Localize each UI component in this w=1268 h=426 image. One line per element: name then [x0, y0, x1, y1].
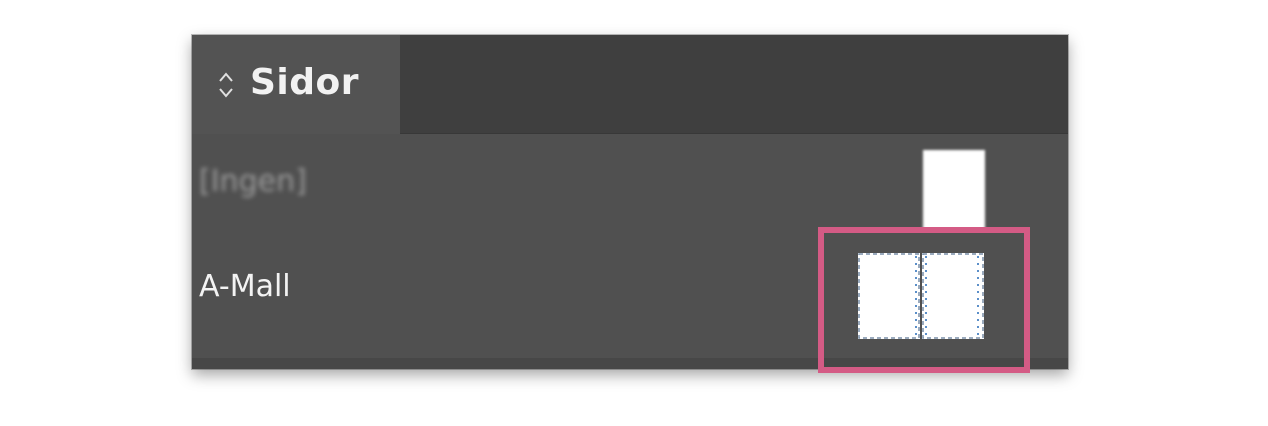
parent-page-label: [Ingen] — [199, 164, 307, 199]
parent-page-a-master[interactable]: A-Mall — [192, 234, 1068, 354]
up-down-chevron-icon[interactable] — [216, 68, 236, 102]
spread-right-page[interactable] — [922, 253, 984, 339]
tab-pages[interactable]: Sidor — [192, 35, 400, 134]
spread-left-page[interactable] — [858, 253, 920, 339]
single-page-thumbnail[interactable] — [923, 150, 985, 230]
tab-label: Sidor — [250, 61, 360, 103]
spread-thumbnail[interactable] — [858, 253, 985, 339]
panel-tab-bar: Sidor — [192, 35, 1068, 134]
parent-page-label: A-Mall — [199, 269, 291, 304]
panel-bottom-divider — [192, 358, 1068, 369]
pages-panel: Sidor [Ingen] A-Mall — [192, 35, 1068, 369]
parent-page-none[interactable]: [Ingen] — [192, 134, 1068, 234]
